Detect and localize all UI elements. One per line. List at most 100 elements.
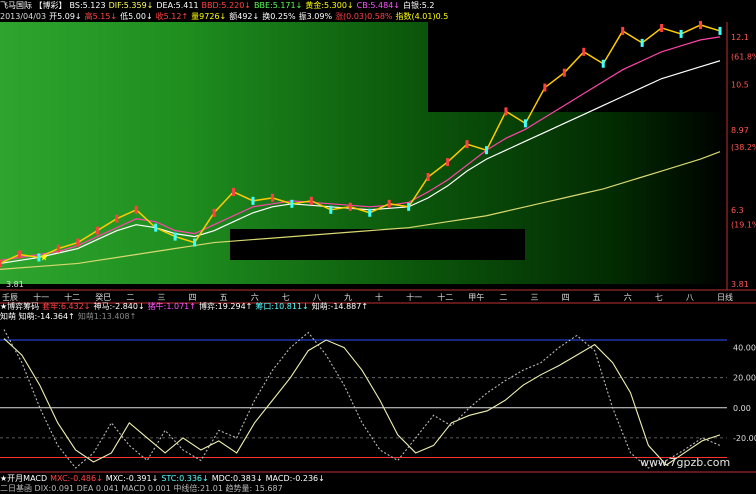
price-axis-label: 12.1: [731, 33, 749, 42]
candle: [212, 208, 216, 217]
time-axis-label: 三: [530, 293, 538, 302]
time-axis-label: 二: [126, 293, 134, 302]
candle: [660, 23, 664, 32]
time-axis-label: 六: [251, 292, 259, 302]
candle: [173, 232, 177, 241]
indicator-axis-label: 0.00: [733, 404, 751, 413]
time-axis-label: 五: [593, 293, 601, 302]
time-axis-label: 二: [499, 293, 507, 302]
time-axis-label: 日线: [717, 292, 733, 302]
indicator-series-知萌1: [3, 329, 721, 469]
candle: [95, 226, 99, 235]
price-axis-label: (38.2%: [731, 143, 756, 152]
candle: [56, 244, 60, 253]
time-axis-label: 八: [686, 293, 694, 302]
macd-field-2: MXC:-0.391↓: [105, 474, 159, 483]
time-axis-label: 十二: [437, 292, 453, 302]
candle: [465, 140, 469, 149]
candle: [193, 238, 197, 247]
indicator-axis-label: -20.00: [733, 434, 756, 443]
time-axis-label: 甲午: [468, 292, 484, 302]
candle: [562, 68, 566, 77]
candle: [582, 47, 586, 56]
macd-field-4: MDC:0.383↓: [211, 474, 263, 483]
bottom-macd-line: ★开月MACD MXC:-0.486↓ MXC:-0.391↓ STC:0.336↓ M…: [0, 474, 328, 484]
indicator-axis-label: 40.00: [733, 344, 756, 353]
indicator-field-0: ★博弈筹码: [0, 302, 40, 311]
candle: [290, 199, 294, 208]
price-axis-label: 3.81: [731, 280, 749, 289]
indicator-series-知萌: [3, 338, 721, 466]
indicator-field-6: 知萌:-14.887↑: [311, 302, 369, 311]
time-axis-label: 五: [220, 293, 228, 302]
macd-field-5: MACD:-0.236↓: [265, 474, 325, 483]
candle: [484, 146, 488, 155]
candle: [154, 223, 158, 232]
time-axis-label: 六: [624, 292, 632, 302]
low-price-label: 3.81: [6, 280, 24, 289]
time-axis-label: 七: [282, 293, 290, 302]
time-axis-label: 三: [157, 293, 165, 302]
indicator-field-4: 博弈:19.294↑: [198, 302, 253, 311]
star-marker: ★: [40, 253, 48, 263]
time-axis-label: 十一: [33, 292, 49, 302]
price-axis-label: 6.3: [731, 206, 744, 215]
candle: [601, 59, 605, 68]
candle: [329, 205, 333, 214]
price-axis-label: (19.1%: [731, 221, 756, 230]
candle: [446, 158, 450, 167]
price-axis-label: 8.97: [731, 126, 749, 135]
time-axis-label: 十: [375, 292, 383, 302]
macd-field-3: STC:0.336↓: [161, 474, 209, 483]
candle: [718, 26, 722, 35]
candle: [270, 193, 274, 202]
candle: [115, 214, 119, 223]
indicator-axis-label: 20.00: [733, 374, 756, 383]
time-axis-label: 七: [655, 293, 663, 302]
occluding-block-mid: [230, 229, 525, 260]
candle: [699, 20, 703, 29]
bottom-line-2: 二日基函 DIX:0.091 DEA 0.041 MACD 0.001 中线倍:…: [0, 484, 283, 493]
candle: [0, 259, 2, 268]
candle: [17, 250, 21, 259]
candle: [407, 202, 411, 211]
indicator-sub-field-0: 知萌 知萌:-14.364↑: [0, 312, 75, 321]
candle: [426, 172, 430, 181]
price-chart[interactable]: 12.1 (61.8% 10.5 8.97 (38.2% 6.3 (19.1% 3.81 3.8…: [0, 0, 756, 487]
indicator-field-3: 猪牛:1.071↑: [147, 302, 196, 311]
candle: [232, 187, 236, 196]
time-axis-label: 四: [189, 293, 197, 302]
candle: [251, 196, 255, 205]
candle: [621, 26, 625, 35]
indicator-sub-line: 知萌 知萌:-14.364↑ 知萌1:13.408↑: [0, 312, 139, 322]
time-axis-label: 八: [313, 293, 321, 302]
candle: [348, 202, 352, 211]
occluding-block-top: [428, 22, 756, 112]
time-axis-label: 四: [562, 293, 570, 302]
watermark: www.7gpzb.com: [640, 456, 731, 469]
candle: [387, 199, 391, 208]
candle: [504, 107, 508, 116]
time-axis-label: 壬辰: [2, 292, 18, 302]
price-axis-label: 10.5: [731, 81, 749, 90]
candle: [76, 238, 80, 247]
candle: [543, 83, 547, 92]
indicator-sub-field-1: 知萌1:13.408↑: [77, 312, 137, 321]
candle: [679, 29, 683, 38]
time-axis-label: 九: [344, 293, 352, 302]
macd-field-1: MXC:-0.486↓: [50, 474, 103, 483]
candle: [640, 38, 644, 47]
indicator-title-line: ★博弈筹码 套牢:6.432↓ 神马:-2.840↓ 猪牛:1.071↑ 博弈:19.2…: [0, 302, 371, 312]
indicator-field-1: 套牢:6.432↓: [42, 302, 91, 311]
candle: [523, 119, 527, 128]
candle: [309, 196, 313, 205]
indicator-field-2: 神马:-2.840↓: [93, 302, 145, 311]
candle: [368, 208, 372, 217]
indicator-field-5: 筹口:10.811↓: [255, 302, 309, 311]
candle: [134, 205, 138, 214]
time-axis-label: 十二: [64, 292, 80, 302]
time-axis-label: 癸巳: [95, 292, 111, 302]
macd-field-0: ★开月MACD: [0, 474, 48, 483]
time-axis-label: 十一: [406, 292, 422, 302]
price-axis-label: (61.8%: [731, 52, 756, 61]
